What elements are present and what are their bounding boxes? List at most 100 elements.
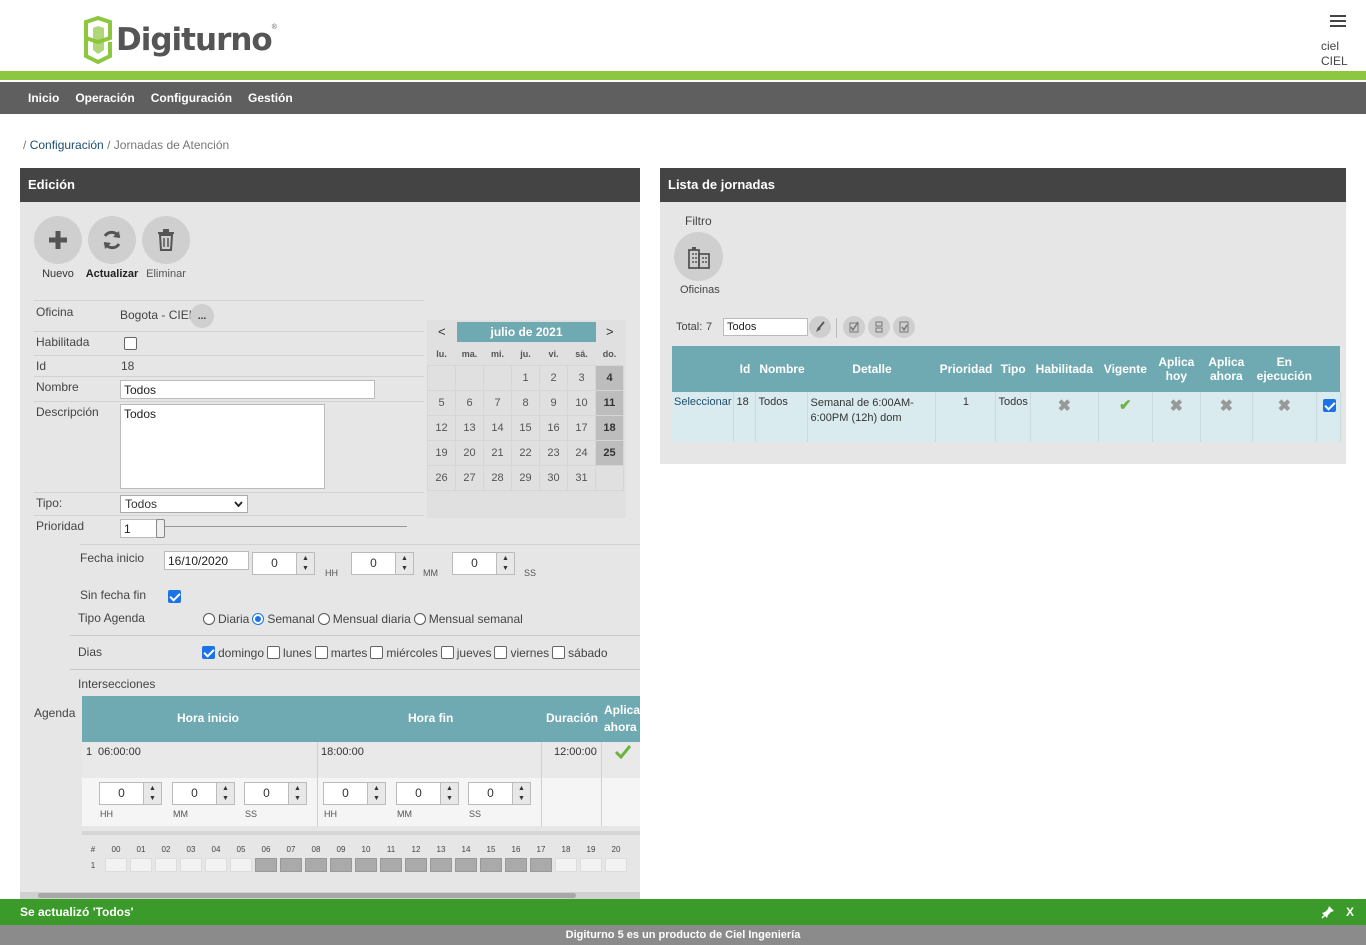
list-filter-input[interactable] xyxy=(723,318,808,336)
decrement-icon[interactable]: ▼ xyxy=(217,794,234,805)
agenda-type-option[interactable]: Semanal xyxy=(252,612,315,626)
decrement-icon[interactable]: ▼ xyxy=(368,794,385,805)
priority-input[interactable] xyxy=(120,519,160,538)
start-date-input[interactable] xyxy=(164,551,249,570)
calendar-day[interactable]: 26 xyxy=(427,464,456,491)
grid-hour-cell[interactable] xyxy=(230,858,252,872)
start-minute-stepper[interactable]: 0 ▲ ▼ xyxy=(351,552,414,575)
calendar-day[interactable]: 20 xyxy=(455,439,484,466)
list-header-cell[interactable]: Id xyxy=(733,346,756,392)
radio-button[interactable] xyxy=(252,613,265,625)
increment-icon[interactable]: ▲ xyxy=(297,553,314,564)
decrement-icon[interactable]: ▼ xyxy=(396,564,413,575)
calendar-day[interactable]: 18 xyxy=(595,414,624,441)
increment-icon[interactable]: ▲ xyxy=(396,553,413,564)
calendar-day[interactable]: 9 xyxy=(539,389,568,416)
deselect-all-button[interactable] xyxy=(868,316,890,338)
menu-icon[interactable] xyxy=(1330,15,1346,29)
calendar-next-button[interactable]: > xyxy=(606,324,614,339)
grid-hour-cell[interactable] xyxy=(480,858,502,872)
grid-hour-cell[interactable] xyxy=(205,858,227,872)
calendar-day[interactable]: 31 xyxy=(567,464,596,491)
agenda-time-stepper[interactable]: 0 ▲ ▼ xyxy=(99,782,162,805)
day-option[interactable]: domingo xyxy=(202,646,264,660)
grid-hour-cell[interactable] xyxy=(605,858,627,872)
grid-hour-cell[interactable] xyxy=(180,858,202,872)
calendar-day[interactable]: 5 xyxy=(427,389,456,416)
decrement-icon[interactable]: ▼ xyxy=(513,794,530,805)
radio-button[interactable] xyxy=(413,613,426,625)
calendar-day[interactable]: 12 xyxy=(427,414,456,441)
calendar-day[interactable]: 23 xyxy=(539,439,568,466)
grid-hour-cell[interactable] xyxy=(105,858,127,872)
nav-inicio[interactable]: Inicio xyxy=(20,91,67,105)
grid-hour-cell[interactable] xyxy=(280,858,302,872)
day-checkbox[interactable] xyxy=(370,646,384,659)
row-checkbox[interactable] xyxy=(1322,399,1336,412)
calendar-day[interactable]: 2 xyxy=(539,364,568,391)
calendar-day[interactable]: 19 xyxy=(427,439,456,466)
calendar-day[interactable]: 28 xyxy=(483,464,512,491)
nav-operacion[interactable]: Operación xyxy=(67,91,142,105)
day-checkbox[interactable] xyxy=(267,646,281,659)
calendar-day[interactable]: 6 xyxy=(455,389,484,416)
nav-configuracion[interactable]: Configuración xyxy=(143,91,240,105)
day-checkbox[interactable] xyxy=(440,646,454,659)
enabled-checkbox[interactable] xyxy=(124,337,137,350)
list-header-cell[interactable]: Habilitada xyxy=(1030,346,1099,392)
agenda-time-stepper[interactable]: 0 ▲ ▼ xyxy=(468,782,531,805)
clear-filter-button[interactable] xyxy=(809,316,831,338)
calendar-day[interactable]: 30 xyxy=(539,464,568,491)
name-input[interactable] xyxy=(120,380,375,399)
priority-slider-track[interactable] xyxy=(160,526,407,527)
list-header-cell[interactable]: Aplica hoy xyxy=(1152,346,1201,392)
calendar-day[interactable]: 21 xyxy=(483,439,512,466)
day-option[interactable]: miércoles xyxy=(370,646,438,660)
description-textarea[interactable]: Todos xyxy=(120,404,325,489)
calendar-day[interactable]: 27 xyxy=(455,464,484,491)
grid-hour-cell[interactable] xyxy=(305,858,327,872)
agenda-type-option[interactable]: Diaria xyxy=(203,612,249,626)
increment-icon[interactable]: ▲ xyxy=(217,783,234,794)
type-select[interactable]: Todos xyxy=(120,495,248,513)
agenda-time-stepper[interactable]: 0 ▲ ▼ xyxy=(396,782,459,805)
list-header-cell[interactable] xyxy=(672,346,734,392)
day-option[interactable]: sábado xyxy=(552,646,608,660)
grid-hour-cell[interactable] xyxy=(255,858,277,872)
refresh-button[interactable] xyxy=(88,216,136,264)
calendar-day[interactable]: 3 xyxy=(567,364,596,391)
list-header-cell[interactable]: Nombre xyxy=(755,346,808,392)
table-row[interactable]: Seleccionar 18 Todos Semanal de 6:00AM-6:00… xyxy=(672,392,1341,442)
grid-hour-cell[interactable] xyxy=(530,858,552,872)
agenda-type-option[interactable]: Mensual semanal xyxy=(413,612,523,626)
grid-hour-cell[interactable] xyxy=(355,858,377,872)
radio-button[interactable] xyxy=(317,613,330,625)
day-option[interactable]: viernes xyxy=(494,646,549,660)
start-hour-stepper[interactable]: 0 ▲ ▼ xyxy=(252,552,315,575)
calendar-day[interactable]: 25 xyxy=(595,439,624,466)
list-header-cell[interactable]: Vigente xyxy=(1098,346,1153,392)
grid-hour-cell[interactable] xyxy=(455,858,477,872)
day-checkbox[interactable] xyxy=(202,646,215,659)
list-header-cell[interactable] xyxy=(1316,346,1341,392)
start-second-stepper[interactable]: 0 ▲ ▼ xyxy=(452,552,515,575)
grid-hour-cell[interactable] xyxy=(130,858,152,872)
calendar-day[interactable]: 1 xyxy=(511,364,540,391)
day-checkbox[interactable] xyxy=(314,646,328,659)
calendar-day[interactable]: 16 xyxy=(539,414,568,441)
horizontal-scrollbar[interactable] xyxy=(20,892,640,899)
increment-icon[interactable]: ▲ xyxy=(144,783,161,794)
grid-hour-cell[interactable] xyxy=(330,858,352,872)
new-button[interactable] xyxy=(34,216,82,264)
delete-button[interactable] xyxy=(142,216,190,264)
grid-hour-cell[interactable] xyxy=(155,858,177,872)
select-all-button[interactable] xyxy=(843,316,865,338)
user-company[interactable]: CIEL xyxy=(1321,54,1348,68)
radio-button[interactable] xyxy=(203,613,215,625)
pin-icon[interactable] xyxy=(1321,905,1335,919)
calendar-day[interactable]: 10 xyxy=(567,389,596,416)
decrement-icon[interactable]: ▼ xyxy=(144,794,161,805)
day-option[interactable]: martes xyxy=(314,646,367,660)
increment-icon[interactable]: ▲ xyxy=(368,783,385,794)
calendar-day[interactable]: 24 xyxy=(567,439,596,466)
